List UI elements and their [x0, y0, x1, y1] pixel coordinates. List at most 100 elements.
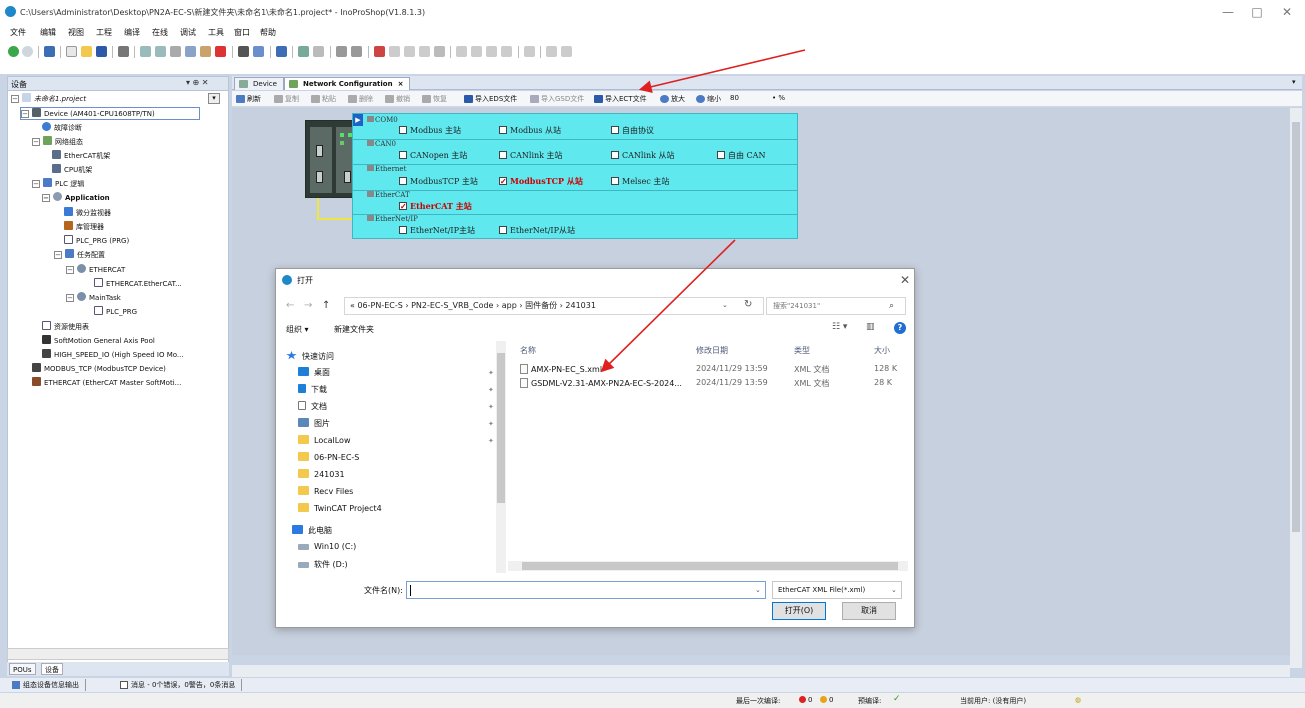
delete-button[interactable]: 删除	[348, 93, 373, 105]
menu-edit[interactable]: 编辑	[40, 27, 56, 38]
redo-button[interactable]: 恢复	[422, 93, 447, 105]
minimize-button[interactable]: —	[1215, 4, 1241, 20]
search-input[interactable]: 搜索"241031" ⌕	[766, 297, 906, 315]
checkbox[interactable]	[399, 226, 407, 234]
column-date[interactable]: 修改日期	[696, 345, 728, 356]
nav-downloads[interactable]: 下载	[298, 384, 327, 395]
opt-ethercat-master[interactable]: EtherCAT 主站	[399, 201, 472, 212]
undo-icon[interactable]	[140, 46, 151, 57]
forward-arrow-icon[interactable]: →	[304, 300, 312, 311]
nav-pane-scrollbar[interactable]	[496, 341, 506, 573]
tab-devices[interactable]: 设备	[41, 663, 63, 675]
copy-icon[interactable]	[185, 46, 196, 57]
paste-icon[interactable]	[200, 46, 211, 57]
paste-button[interactable]: 粘贴	[311, 93, 336, 105]
online-icon[interactable]	[374, 46, 385, 57]
find-icon[interactable]	[238, 46, 249, 57]
reset-icon[interactable]	[434, 46, 445, 57]
device-pane-hscroll[interactable]	[7, 648, 229, 660]
tree-resource-usage[interactable]: 资源使用表	[42, 321, 89, 334]
tree-ethercat-rack[interactable]: EtherCAT机架	[52, 150, 110, 163]
redo-icon[interactable]	[155, 46, 166, 57]
nav-quick-access[interactable]: 快速访问	[286, 351, 334, 362]
checkbox-checked[interactable]	[399, 201, 407, 211]
file-row[interactable]: AMX-PN-EC_S.xml 2024/11/29 13:59 XML 文档 …	[508, 363, 908, 377]
scroll-thumb[interactable]	[1292, 122, 1300, 532]
checkbox[interactable]	[499, 151, 507, 159]
close-tab-icon[interactable]: ×	[398, 80, 404, 88]
dialog-close-button[interactable]: ✕	[900, 273, 910, 287]
user-shield-icon[interactable]: ◍	[1075, 696, 1081, 704]
maximize-button[interactable]: □	[1244, 4, 1270, 20]
tree-net-config[interactable]: − 网络组态	[32, 136, 83, 149]
nav-folder-241031[interactable]: 241031	[298, 469, 345, 479]
file-list-hscroll[interactable]	[508, 561, 908, 571]
nav-drive-d[interactable]: 软件 (D:)	[298, 559, 348, 570]
tab-network-configuration[interactable]: Network Configuration ×	[284, 77, 411, 90]
build-icon[interactable]	[276, 46, 287, 57]
tree-high-speed-io[interactable]: HIGH_SPEED_IO (High Speed IO Mo...	[42, 349, 184, 362]
step-over-icon[interactable]	[471, 46, 482, 57]
collapse-icon[interactable]: −	[21, 110, 29, 118]
tree-root-project[interactable]: − 未命名1.project	[11, 93, 86, 106]
tree-cpu-rack[interactable]: CPU机架	[52, 164, 92, 177]
menu-project[interactable]: 工程	[96, 27, 112, 38]
scroll-thumb[interactable]	[522, 562, 898, 570]
column-name[interactable]: 名称	[520, 345, 536, 356]
breakpoint-icon[interactable]	[501, 46, 512, 57]
tree-softmotion-pool[interactable]: SoftMotion General Axis Pool	[42, 335, 155, 348]
menu-tools[interactable]: 工具	[208, 27, 224, 38]
delete-icon[interactable]	[215, 46, 226, 57]
opt-modbustcp-slave[interactable]: ModbusTCP 从站	[499, 176, 583, 187]
checkbox-checked[interactable]	[499, 176, 507, 186]
opt-canlink-slave[interactable]: CANlink 从站	[611, 150, 675, 161]
stop-icon[interactable]	[419, 46, 430, 57]
step-out-icon[interactable]	[486, 46, 497, 57]
tab-device[interactable]: Device	[234, 77, 284, 90]
nav-folder-06[interactable]: 06-PN-EC-S	[298, 452, 359, 462]
import-gsd-button[interactable]: 导入GSD文件	[530, 93, 584, 105]
collapse-icon[interactable]: −	[66, 294, 74, 302]
zoom-unit[interactable]: • %	[772, 94, 785, 102]
checkbox[interactable]	[611, 151, 619, 159]
collapse-icon[interactable]: −	[54, 251, 62, 259]
checkbox[interactable]	[499, 126, 507, 134]
pin-icon[interactable]: ✦	[488, 437, 494, 445]
copy-button[interactable]: 复制	[274, 93, 299, 105]
pane-controls[interactable]: ▾ ⊕ ✕	[186, 78, 209, 87]
tab-config-output[interactable]: 组态设备信息输出	[10, 679, 86, 691]
menu-build[interactable]: 编译	[124, 27, 140, 38]
canvas-hscroll[interactable]	[232, 665, 1290, 677]
clean-icon[interactable]	[313, 46, 324, 57]
replace-icon[interactable]	[253, 46, 264, 57]
column-type[interactable]: 类型	[794, 345, 810, 356]
force-value-icon[interactable]	[546, 46, 557, 57]
scroll-thumb[interactable]	[497, 353, 505, 503]
tree-task-config[interactable]: − 任务配置	[54, 249, 105, 262]
logout-icon[interactable]	[351, 46, 362, 57]
menu-help[interactable]: 帮助	[260, 27, 276, 38]
menu-debug[interactable]: 调试	[180, 27, 196, 38]
menu-file[interactable]: 文件	[10, 27, 26, 38]
tab-pous[interactable]: POUs	[9, 663, 36, 675]
tree-micro-monitor[interactable]: 微分监视器	[64, 207, 111, 220]
nav-this-pc[interactable]: 此电脑	[292, 525, 332, 536]
rebuild-icon[interactable]	[298, 46, 309, 57]
menu-online[interactable]: 在线	[152, 27, 168, 38]
collapse-icon[interactable]: −	[32, 138, 40, 146]
opt-modbus-master[interactable]: Modbus 主站	[399, 125, 461, 136]
menu-window[interactable]: 窗口	[234, 27, 250, 38]
opt-melsec-master[interactable]: Melsec 主站	[611, 176, 669, 187]
organize-button[interactable]: 组织 ▾	[286, 324, 309, 335]
filename-input[interactable]: ⌄	[406, 581, 766, 599]
new-file-icon[interactable]	[66, 46, 77, 57]
close-window-button[interactable]: ✕	[1274, 4, 1300, 20]
tree-modbus-tcp[interactable]: MODBUS_TCP (ModbusTCP Device)	[32, 363, 166, 376]
tree-plc-logic[interactable]: − PLC 逻辑	[32, 178, 84, 191]
expand-arrow-icon[interactable]: ▶	[353, 114, 363, 126]
collapse-icon[interactable]: −	[42, 194, 50, 202]
zoom-in-button[interactable]: 放大	[660, 93, 685, 105]
opt-modbustcp-master[interactable]: ModbusTCP 主站	[399, 176, 478, 187]
cancel-button[interactable]: 取消	[842, 602, 896, 620]
checkbox[interactable]	[399, 126, 407, 134]
